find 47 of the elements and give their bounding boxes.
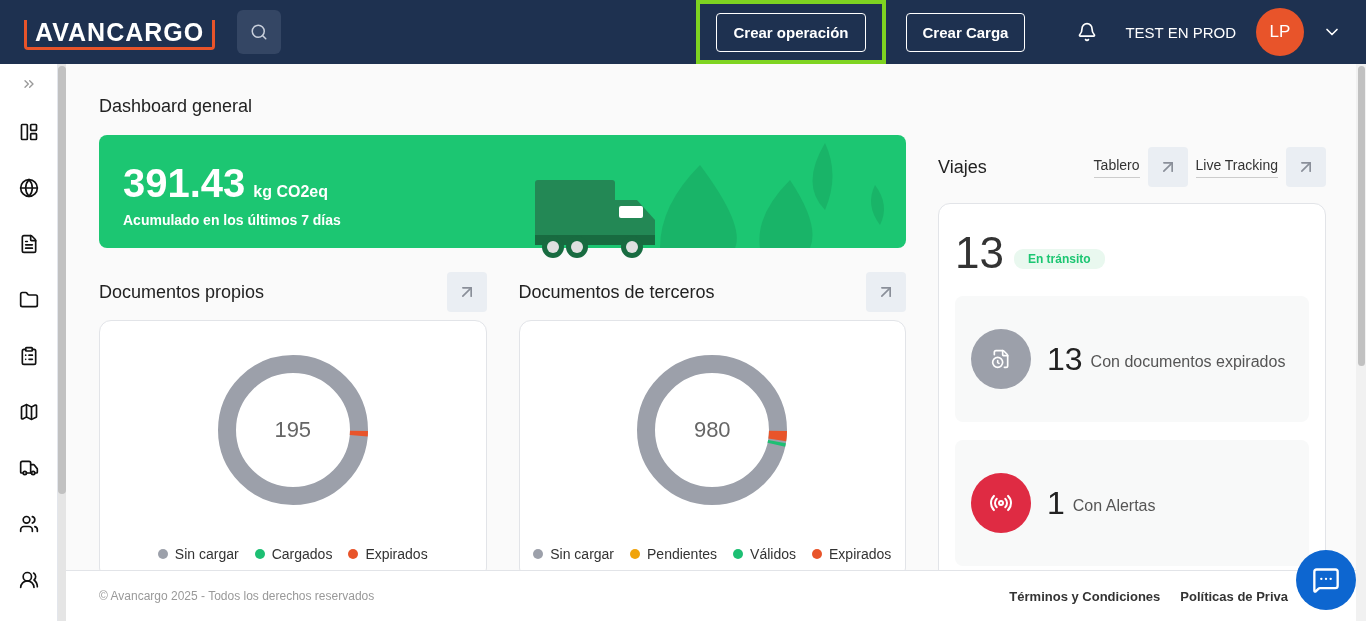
donut-total: 195 — [274, 417, 312, 443]
legend-label: Válidos — [750, 546, 796, 562]
users-icon — [18, 570, 39, 590]
layout-icon — [18, 122, 39, 142]
alert-icon — [971, 473, 1031, 533]
logo[interactable]: AVANCARGO — [24, 20, 216, 50]
trip-count: 13 — [955, 228, 1004, 278]
create-button[interactable]: Crear operación — [716, 12, 866, 52]
scrollbar-thumb[interactable] — [58, 66, 66, 494]
emissions-value: 391.43 — [123, 161, 246, 205]
legend-label: Sin cargar — [550, 546, 615, 562]
donut-total: 980 — [693, 417, 731, 443]
group-icon — [18, 514, 39, 534]
page-title: Dashboard general — [99, 96, 254, 117]
section-title: Viajes — [938, 156, 988, 178]
footer-link[interactable]: Términos y Condiciones — [1009, 588, 1161, 604]
link[interactable]: Tablero — [1093, 156, 1140, 178]
stat-value: 13 — [1047, 340, 1083, 378]
chat-icon — [1312, 566, 1340, 594]
emissions-caption: Acumulado en los últimos 7 días — [123, 212, 342, 228]
bell-icon[interactable] — [1077, 22, 1098, 42]
stat-value: 1 — [1047, 484, 1065, 522]
link[interactable]: Live Tracking — [1195, 156, 1278, 178]
copyright: © Avancargo 2025 - Todos los derechos reservados — [99, 589, 376, 603]
legend-label: Sin cargar — [174, 546, 239, 562]
stat-label: Con Alertas — [1072, 497, 1156, 515]
legend-label: Expirados — [365, 546, 428, 562]
folder-icon — [18, 290, 39, 310]
status-badge: En tránsito — [1013, 249, 1105, 269]
truck-icon — [18, 458, 39, 478]
legend-label: Pendientes — [647, 546, 718, 562]
avatar[interactable]: LP — [1256, 8, 1304, 56]
user-name: TEST EN PROD — [1125, 23, 1236, 41]
map-icon — [18, 402, 39, 422]
section-title: Documentos de terceros — [518, 281, 715, 303]
globe-icon — [18, 178, 39, 198]
search-icon — [250, 23, 269, 41]
scrollbar-thumb[interactable] — [1357, 66, 1365, 366]
section-title: Documentos propios — [99, 281, 265, 303]
footer-link[interactable]: Políticas de Priva — [1180, 588, 1288, 604]
legend-label: Cargados — [271, 546, 333, 562]
legend-label: Expirados — [829, 546, 892, 562]
create-button[interactable]: Crear Carga — [905, 12, 1026, 52]
document-clock-icon — [971, 329, 1031, 389]
search-button[interactable] — [237, 10, 282, 54]
stat-label: Con documentos expirados — [1090, 353, 1286, 371]
emissions-unit: kg CO2eq — [253, 183, 329, 200]
